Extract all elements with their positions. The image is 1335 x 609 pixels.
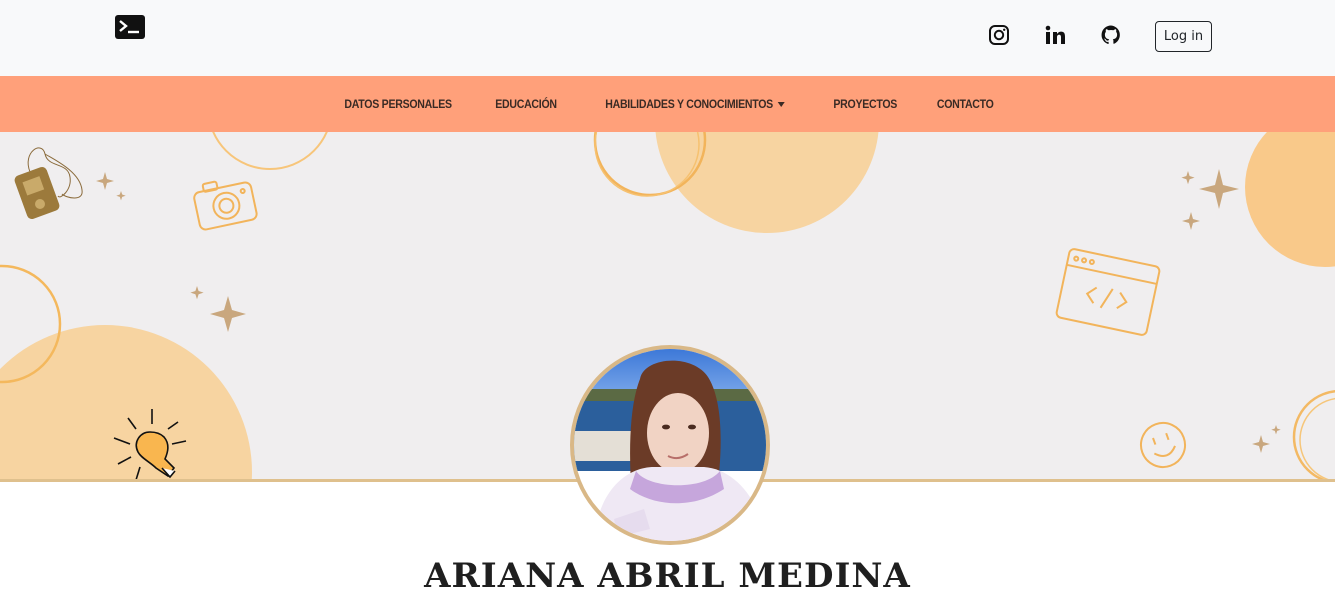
nav-item-label: CONTACTO [937,97,994,111]
profile-name: ARIANA ABRIL MEDINA [424,556,911,596]
decor-circle [655,132,879,233]
nav-item-proyectos[interactable]: PROYECTOS [819,97,911,111]
music-player-icon [14,147,83,220]
decor-circle [1245,132,1335,267]
decor-circle [0,325,252,480]
instagram-icon[interactable] [988,24,1010,46]
nav-item-label: HABILIDADES Y CONOCIMIENTOS [605,97,774,111]
linkedin-icon[interactable] [1044,24,1066,46]
nav-item-datos-personales[interactable]: DATOS PERSONALES [330,97,466,111]
nav-item-label: EDUCACIÓN [495,97,558,111]
main-nav: DATOS PERSONALES EDUCACIÓN HABILIDADES Y… [0,76,1335,132]
caret-down-icon [777,101,785,107]
camera-icon [193,180,258,231]
code-window-icon [1055,248,1161,336]
nav-item-educacion[interactable]: EDUCACIÓN [481,97,571,111]
decor-ring [212,132,328,170]
nav-item-label: DATOS PERSONALES [344,97,453,111]
top-bar: Log in [0,0,1335,76]
smiley-icon [1140,421,1186,468]
github-icon[interactable] [1100,24,1122,46]
nav-item-label: PROYECTOS [833,97,897,111]
login-button[interactable]: Log in [1155,21,1212,52]
nav-item-habilidades-dropdown[interactable]: HABILIDADES Y CONOCIMIENTOS [591,97,798,111]
terminal-icon[interactable] [115,15,145,39]
nav-list: DATOS PERSONALES EDUCACIÓN HABILIDADES Y… [0,76,1335,132]
nav-item-contacto[interactable]: CONTACTO [923,97,1008,111]
profile-photo [570,345,770,545]
